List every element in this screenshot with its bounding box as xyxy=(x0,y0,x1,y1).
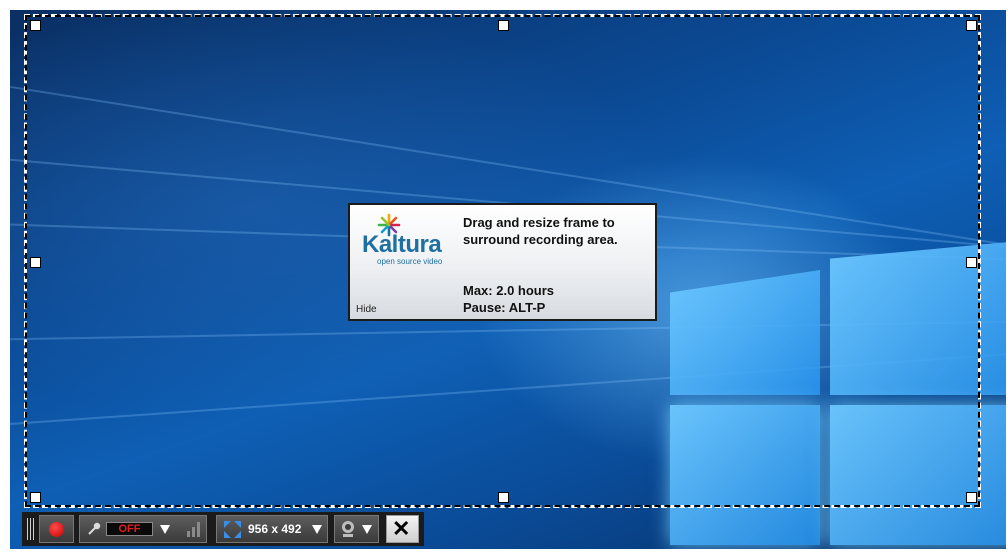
dropdown-arrow-icon[interactable] xyxy=(160,525,170,534)
webcam-control[interactable] xyxy=(334,515,379,543)
resize-handle-top[interactable] xyxy=(498,20,509,31)
record-icon xyxy=(49,522,64,537)
resize-handle-bottom-left[interactable] xyxy=(30,492,41,503)
resize-handle-top-right[interactable] xyxy=(966,20,977,31)
close-button[interactable]: ✕ xyxy=(386,515,419,543)
webcam-icon xyxy=(342,521,354,537)
close-icon: ✕ xyxy=(392,516,411,541)
microphone-control[interactable]: OFF xyxy=(79,515,207,543)
recorder-toolbar: OFF 956 x 492 ✕ xyxy=(22,512,424,546)
record-button[interactable] xyxy=(39,515,74,543)
resize-handle-top-left[interactable] xyxy=(30,20,41,31)
limits-info: Max: 2.0 hours Pause: ALT-P xyxy=(463,283,555,315)
kaltura-logo: Kaltura open source video xyxy=(362,213,457,266)
instructions-tooltip: Kaltura open source video Drag and resiz… xyxy=(348,203,657,321)
capture-dimensions: 956 x 492 xyxy=(248,522,302,536)
resize-handle-bottom[interactable] xyxy=(498,492,509,503)
fullscreen-icon xyxy=(224,521,241,538)
resize-handle-right[interactable] xyxy=(966,257,977,268)
dropdown-arrow-icon[interactable] xyxy=(312,525,322,534)
mic-status-badge: OFF xyxy=(106,522,153,536)
capture-size-control[interactable]: 956 x 492 xyxy=(216,515,328,543)
grip-icon[interactable] xyxy=(27,518,35,540)
kaltura-wordmark: Kaltura xyxy=(362,231,442,258)
hide-tooltip-link[interactable]: Hide xyxy=(356,304,377,315)
microphone-icon xyxy=(88,522,101,535)
kaltura-tagline: open source video xyxy=(377,257,443,266)
resize-handle-bottom-right[interactable] xyxy=(966,492,977,503)
audio-level-icon xyxy=(187,522,200,537)
dropdown-arrow-icon[interactable] xyxy=(362,525,372,534)
drag-instruction: Drag and resize frame to surround record… xyxy=(463,215,618,247)
resize-handle-left[interactable] xyxy=(30,257,41,268)
